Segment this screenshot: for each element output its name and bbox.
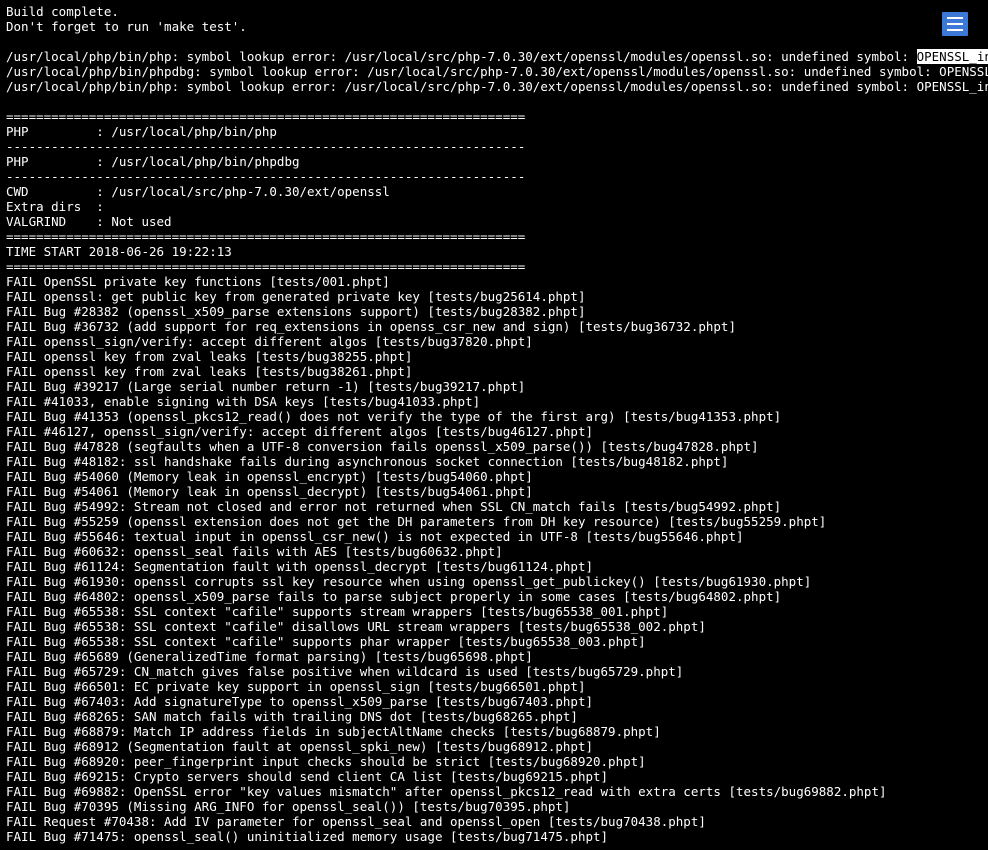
- term-line: /usr/local/php/bin/php: symbol lookup er…: [6, 79, 988, 94]
- fail-line: FAIL Bug #66501: EC private key support …: [6, 679, 585, 694]
- fail-line: FAIL Bug #39217 (Large serial number ret…: [6, 379, 525, 394]
- menu-button[interactable]: [942, 12, 968, 36]
- fail-line: FAIL Bug #69215: Crypto servers should s…: [6, 769, 608, 784]
- fail-line: FAIL Bug #61930: openssl corrupts ssl ke…: [6, 574, 811, 589]
- hamburger-icon: [947, 23, 963, 25]
- fail-line: FAIL Bug #69882: OpenSSL error "key valu…: [6, 784, 887, 799]
- term-line: TIME START 2018-06-26 19:22:13: [6, 244, 232, 259]
- term-line: Build complete.: [6, 4, 119, 19]
- fail-line: FAIL Bug #28382 (openssl_x509_parse exte…: [6, 304, 585, 319]
- fail-line: FAIL Request #70438: Add IV parameter fo…: [6, 814, 706, 829]
- fail-line: FAIL Bug #41353 (openssl_pkcs12_read() d…: [6, 409, 781, 424]
- fail-line: FAIL Bug #65729: CN_match gives false po…: [6, 664, 683, 679]
- fail-line: FAIL Bug #48182: ssl handshake fails dur…: [6, 454, 728, 469]
- term-line: Extra dirs :: [6, 199, 104, 214]
- fail-line: FAIL openssl: get public key from genera…: [6, 289, 585, 304]
- highlighted-symbol: OPENSSL_init_ssl: [917, 49, 988, 64]
- fail-line: FAIL Bug #61124: Segmentation fault with…: [6, 559, 593, 574]
- term-separator: ========================================…: [6, 229, 525, 244]
- fail-line: FAIL Bug #71475: openssl_seal() uninitia…: [6, 829, 608, 844]
- fail-line: FAIL Bug #47828 (segfaults when a UTF-8 …: [6, 439, 759, 454]
- fail-line: FAIL #41033, enable signing with DSA key…: [6, 394, 480, 409]
- fail-line: FAIL Bug #67403: Add signatureType to op…: [6, 694, 593, 709]
- fail-line: FAIL Bug #64802: openssl_x509_parse fail…: [6, 589, 781, 604]
- term-separator: ----------------------------------------…: [6, 139, 525, 154]
- fail-line: FAIL Bug #36732 (add support for req_ext…: [6, 319, 736, 334]
- fail-line: FAIL Bug #65689 (GeneralizedTime format …: [6, 649, 533, 664]
- fail-line: FAIL openssl key from zval leaks [tests/…: [6, 364, 412, 379]
- term-line: Don't forget to run 'make test'.: [6, 19, 247, 34]
- fail-line: FAIL Bug #55646: textual input in openss…: [6, 529, 744, 544]
- fail-line: FAIL Bug #65538: SSL context "cafile" di…: [6, 619, 706, 634]
- fail-line: FAIL Bug #65538: SSL context "cafile" su…: [6, 634, 646, 649]
- fail-line: FAIL Bug #65538: SSL context "cafile" su…: [6, 604, 668, 619]
- fail-line: FAIL Bug #55259 (openssl extension does …: [6, 514, 826, 529]
- term-line: VALGRIND : Not used: [6, 214, 172, 229]
- fail-line: FAIL Bug #68879: Match IP address fields…: [6, 724, 661, 739]
- fail-line: FAIL #46127, openssl_sign/verify: accept…: [6, 424, 593, 439]
- fail-line: FAIL Bug #54061 (Memory leak in openssl_…: [6, 484, 533, 499]
- hamburger-icon: [947, 29, 963, 31]
- fail-line: FAIL Bug #68912 (Segmentation fault at o…: [6, 739, 593, 754]
- fail-line: FAIL Bug #60632: openssl_seal fails with…: [6, 544, 503, 559]
- fail-line: FAIL openssl_sign/verify: accept differe…: [6, 334, 533, 349]
- term-line: CWD : /usr/local/src/php-7.0.30/ext/open…: [6, 184, 390, 199]
- term-separator: ========================================…: [6, 259, 525, 274]
- fail-line: FAIL Bug #54992: Stream not closed and e…: [6, 499, 781, 514]
- fail-line: FAIL openssl key from zval leaks [tests/…: [6, 349, 412, 364]
- terminal-output[interactable]: Build complete. Don't forget to run 'mak…: [0, 0, 988, 848]
- term-separator: ========================================…: [6, 109, 525, 124]
- term-line: /usr/local/php/bin/php: symbol lookup er…: [6, 49, 917, 64]
- fail-line: FAIL Bug #54060 (Memory leak in openssl_…: [6, 469, 533, 484]
- hamburger-icon: [947, 17, 963, 19]
- fail-line: FAIL Bug #68265: SAN match fails with tr…: [6, 709, 578, 724]
- fail-line: FAIL OpenSSL private key functions [test…: [6, 274, 390, 289]
- term-line: PHP : /usr/local/php/bin/php: [6, 124, 277, 139]
- term-line: /usr/local/php/bin/phpdbg: symbol lookup…: [6, 64, 988, 79]
- fail-line: FAIL Bug #68920: peer_fingerprint input …: [6, 754, 646, 769]
- term-separator: ----------------------------------------…: [6, 169, 525, 184]
- term-line: PHP : /usr/local/php/bin/phpdbg: [6, 154, 300, 169]
- fail-line: FAIL Bug #70395 (Missing ARG_INFO for op…: [6, 799, 570, 814]
